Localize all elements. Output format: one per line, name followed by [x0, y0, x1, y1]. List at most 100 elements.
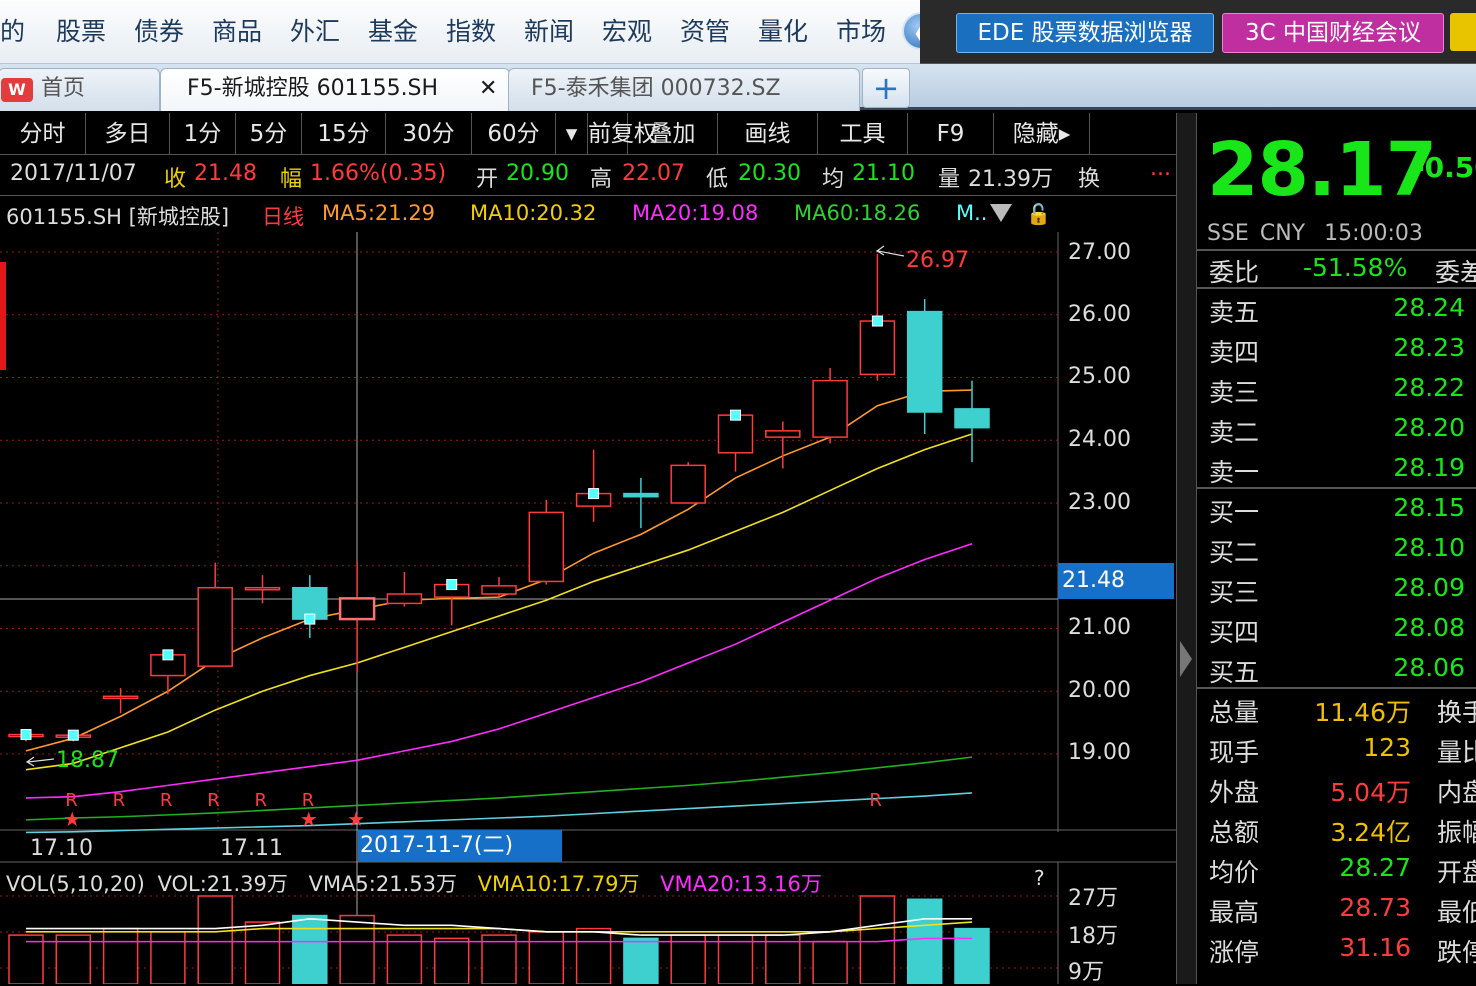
promo-3c-button[interactable]: 3C 中国财经会议 [1222, 13, 1444, 53]
help-icon[interactable]: ? [1034, 866, 1045, 890]
bids-row: 买三 28.09 [1209, 571, 1476, 609]
quote-panel: 28.17 -0.50 SSE CNY 15:00:03 委比 -51.58% … [1196, 113, 1476, 984]
stat-label: 涨停 [1209, 938, 1260, 967]
promo-more-button[interactable] [1450, 13, 1476, 51]
price-tick: 24.00 [1068, 427, 1131, 452]
menu-item-10[interactable]: 量化 [758, 12, 808, 48]
info-low: 20.30 [738, 161, 801, 186]
info-more-icon[interactable]: ... [1150, 156, 1171, 181]
current-price-tag: 21.48 [1058, 563, 1174, 599]
menu-item-3[interactable]: 商品 [212, 12, 262, 48]
toolbar-btn-9[interactable]: 叠加 [628, 113, 718, 155]
star-icon: ★ [63, 807, 81, 831]
order-ratio-label: 委比 [1209, 258, 1260, 287]
menu-item-5[interactable]: 基金 [368, 12, 418, 48]
volume-bar [575, 927, 612, 984]
candle [623, 477, 659, 529]
volume-bar [102, 927, 139, 984]
ohlc-info-row: 2017/11/07 收 21.48 幅 1.66%(0.35) 开 20.90… [0, 156, 1176, 196]
r-mark: R [207, 790, 220, 811]
menu-item-0[interactable]: 的 [0, 12, 25, 48]
toolbar-btn-6[interactable]: 60分 [472, 113, 556, 155]
ma-more[interactable]: M.. [956, 201, 987, 225]
menu-item-7[interactable]: 新闻 [524, 12, 574, 48]
menu-item-11[interactable]: 市场 [836, 12, 886, 48]
stat-row: 总量 11.46万 换手 [1209, 691, 1476, 729]
low-arrow [27, 758, 55, 763]
tab-taihe[interactable]: F5-泰禾集团 000732.SZ [508, 68, 860, 111]
info-date: 2017/11/07 [10, 161, 137, 186]
stat-row: 现手 123 量比 [1209, 731, 1476, 769]
info-avg: 21.10 [852, 161, 915, 186]
toolbar-btn-12[interactable]: F9 [908, 113, 994, 155]
panel-divider[interactable] [1176, 113, 1196, 984]
stat-value: 5.04万 [1330, 778, 1411, 807]
toolbar-btn-3[interactable]: 5分 [236, 113, 302, 155]
menu-item-4[interactable]: 外汇 [290, 12, 340, 48]
asks-label: 卖二 [1209, 418, 1260, 447]
info-low-label: 低 [706, 167, 729, 192]
asks-label: 卖四 [1209, 338, 1260, 367]
stat-row: 总额 3.24亿 振幅 [1209, 811, 1476, 849]
stat-row: 涨停 31.16 跌停 [1209, 931, 1476, 969]
candle [338, 561, 376, 673]
toolbar-btn-2[interactable]: 1分 [170, 113, 236, 155]
ma20-value: MA20:19.08 [632, 201, 759, 225]
star-icon: ★ [300, 807, 318, 831]
stat-label-2: 振幅 [1437, 818, 1476, 847]
toolbar-btn-11[interactable]: 工具 [818, 113, 908, 155]
info-open-label: 开 [476, 167, 499, 192]
toolbar-btn-0[interactable]: 分时 [0, 113, 86, 155]
volume-bar [812, 940, 848, 984]
volume-bar [292, 914, 328, 984]
ma-dropdown-icon[interactable] [990, 204, 1012, 222]
promo-ede-button[interactable]: EDE 股票数据浏览器 [956, 13, 1214, 53]
add-tab-button[interactable]: + [862, 68, 910, 108]
toolbar-btn-4[interactable]: 15分 [302, 113, 386, 155]
candle [528, 499, 565, 585]
asks-row: 卖四 28.23 [1209, 331, 1476, 369]
info-vol: 21.39万 [968, 167, 1053, 192]
volume-bar [717, 934, 754, 984]
menu-item-9[interactable]: 资管 [680, 12, 730, 48]
menu-item-2[interactable]: 债券 [134, 12, 184, 48]
vol-tick-9: 9万 [1068, 960, 1104, 985]
collapse-arrow-icon[interactable] [1180, 641, 1192, 677]
signal-marker [446, 579, 458, 591]
volume-bar [55, 934, 92, 984]
close-tab-icon[interactable]: ✕ [479, 69, 497, 109]
asks-label: 卖一 [1209, 458, 1260, 487]
candle [812, 368, 848, 444]
signal-marker [67, 729, 79, 741]
toolbar-btn-10[interactable]: 画线 [718, 113, 818, 155]
tab-home[interactable]: W 首页 [0, 68, 160, 111]
ma-period[interactable]: 日线 [262, 201, 304, 231]
bids-label: 买三 [1209, 578, 1260, 607]
stat-value: 31.16 [1339, 933, 1411, 962]
toolbar-btn-1[interactable]: 多日 [86, 113, 170, 155]
tab-taihe-label: F5-泰禾集团 000732.SZ [531, 76, 781, 101]
stat-label-2: 量比 [1437, 738, 1476, 767]
volume-bar [954, 927, 990, 984]
menu-item-1[interactable]: 股票 [56, 12, 106, 48]
signal-marker [588, 488, 600, 500]
asks-price: 28.23 [1393, 333, 1465, 362]
toolbar-btn-5[interactable]: 30分 [386, 113, 472, 155]
menu-item-6[interactable]: 指数 [446, 12, 496, 48]
info-close: 21.48 [194, 161, 257, 186]
wind-logo-icon: W [1, 78, 33, 102]
toolbar-btn-8[interactable]: 前复权 [588, 113, 657, 155]
order-ratio-row: 委比 -51.58% 委差 [1209, 251, 1476, 289]
exchange: SSE [1207, 221, 1249, 246]
bids-label: 买一 [1209, 498, 1260, 527]
toolbar-btn-7[interactable]: ▾ [556, 113, 588, 155]
toolbar-btn-13[interactable]: 隐藏▸ [994, 113, 1090, 155]
info-high-label: 高 [590, 167, 613, 192]
tab-xincheng[interactable]: F5-新城控股 601155.SH ✕ [160, 68, 510, 111]
bids-price: 28.15 [1393, 493, 1465, 522]
menu-item-8[interactable]: 宏观 [602, 12, 652, 48]
vol-value: VOL:21.39万 [157, 872, 288, 896]
stat-label: 总量 [1209, 698, 1260, 727]
candle [481, 577, 517, 598]
lock-open-icon[interactable]: 🔓 [1026, 202, 1051, 226]
